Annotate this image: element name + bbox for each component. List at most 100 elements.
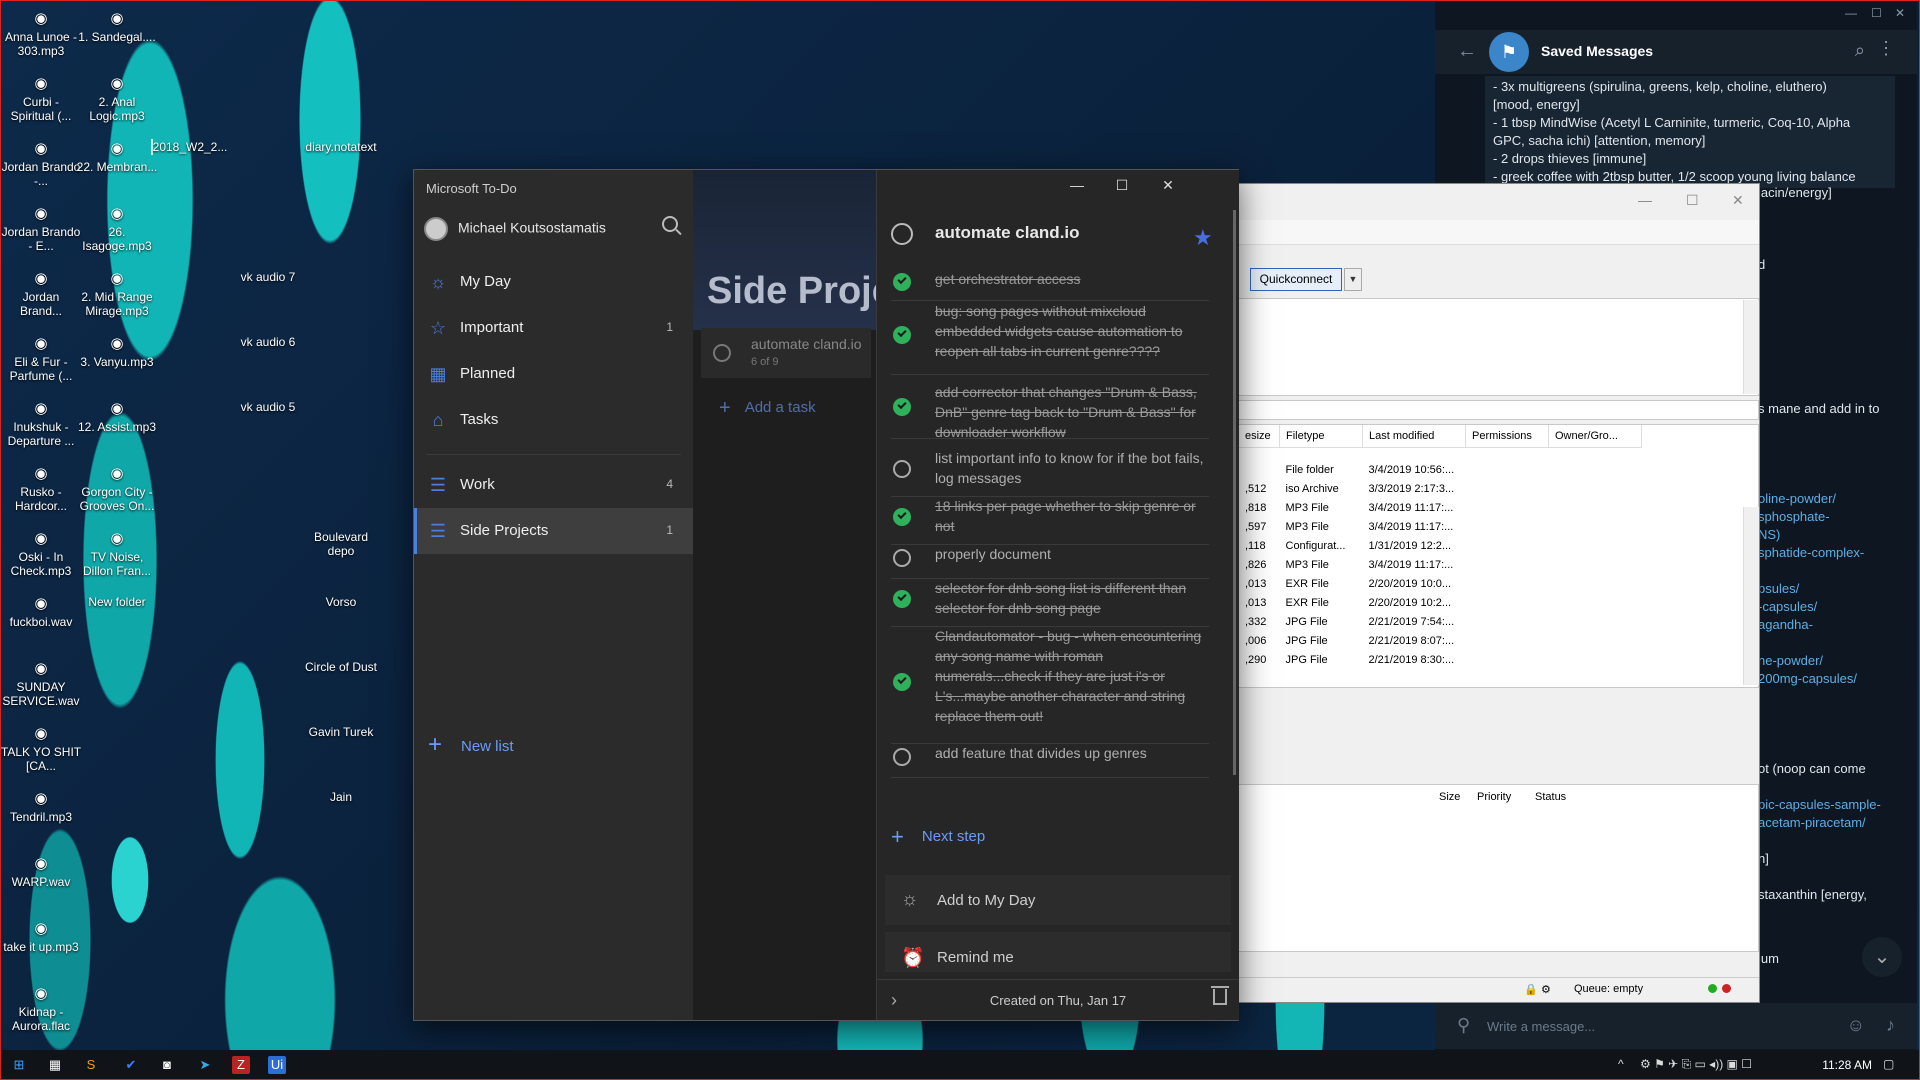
desktop-icon[interactable]: ◉ TV Noise, Dillon Fran...: [76, 530, 158, 578]
search-icon[interactable]: [662, 216, 678, 232]
task-checkbox[interactable]: [713, 344, 731, 362]
step-checked-icon[interactable]: [893, 272, 911, 291]
step-checked-icon[interactable]: [893, 325, 911, 344]
desktop-icon[interactable]: ◉ WARP.wav: [0, 855, 82, 889]
maximize-icon[interactable]: ☐: [1107, 177, 1137, 194]
desktop-icon[interactable]: ◉ Tendril.mp3: [0, 790, 82, 824]
desktop-icon[interactable]: ◉ SUNDAY SERVICE.wav: [0, 660, 82, 708]
column-header[interactable]: Last modified: [1362, 425, 1466, 448]
sidebar-item-work[interactable]: ☰ Work 4: [414, 462, 693, 508]
search-icon[interactable]: ⌕: [1855, 40, 1865, 61]
quickconnect-button[interactable]: Quickconnect: [1250, 268, 1342, 291]
step-item[interactable]: bug: song pages without mixcloud embedde…: [891, 299, 1209, 375]
step-item[interactable]: properly document: [891, 542, 1209, 579]
more-icon[interactable]: ⋮: [1877, 38, 1895, 59]
desktop-icon[interactable]: ◉ TALK YO SHIT [CA...: [0, 725, 82, 773]
desktop-icon[interactable]: ◉ 2. Mid Range Mirage.mp3: [76, 270, 158, 318]
table-row[interactable]: ,118 Configurat... 1/31/2019 12:2...: [1239, 536, 1642, 555]
maximize-icon[interactable]: ☐: [1871, 6, 1882, 20]
todo-app-icon[interactable]: ✔: [122, 1056, 140, 1074]
table-row[interactable]: ,332 JPG File 2/21/2019 7:54:...: [1239, 612, 1642, 631]
step-item[interactable]: 18 links per page whether to skip genre …: [891, 494, 1209, 545]
clock[interactable]: 11:28 AM: [1822, 1058, 1872, 1072]
microphone-icon[interactable]: ♪: [1886, 1015, 1895, 1036]
task-item[interactable]: automate cland.io 6 of 9: [701, 328, 871, 378]
message-link[interactable]: -capsules/: [1758, 598, 1817, 616]
calculator-icon[interactable]: ▦: [46, 1056, 64, 1074]
desktop-icon[interactable]: ◉ Oski - In Check.mp3: [0, 530, 82, 578]
message-link[interactable]: acetam-piracetam/: [1758, 814, 1866, 832]
scroll-down-icon[interactable]: ⌄: [1862, 937, 1902, 977]
message-link[interactable]: 200mg-capsules/: [1758, 670, 1857, 688]
desktop-icon[interactable]: New folder: [76, 595, 158, 609]
message-link[interactable]: pic-capsules-sample-: [1758, 796, 1881, 814]
sidebar-item-my-day[interactable]: ☼ My Day: [414, 259, 693, 305]
desktop-icon[interactable]: Gavin Turek: [300, 725, 382, 739]
sidebar-item-important[interactable]: ☆ Important 1: [414, 305, 693, 351]
desktop-icon[interactable]: ◉ 3. Vanyu.mp3: [76, 335, 158, 369]
log-scrollbar[interactable]: [1743, 300, 1759, 394]
desktop-icon[interactable]: ◉ 26. Isagoge.mp3: [76, 205, 158, 253]
desktop-icon[interactable]: ◉ Eli & Fur - Parfume (...: [0, 335, 82, 383]
step-item[interactable]: selector for dnb song list is different …: [891, 576, 1209, 627]
desktop-icon[interactable]: ◉ Rusko - Hardcor...: [0, 465, 82, 513]
column-header[interactable]: Filetype: [1279, 425, 1363, 448]
step-checkbox[interactable]: [893, 748, 911, 766]
quickconnect-dropdown[interactable]: ▼: [1344, 268, 1362, 291]
add-task-input[interactable]: + Add a task: [719, 397, 816, 420]
desktop-icon[interactable]: vk audio 7: [227, 270, 309, 284]
step-checked-icon[interactable]: [893, 508, 911, 526]
queue-column-header[interactable]: Priority: [1477, 791, 1511, 803]
file-list-scrollbar[interactable]: [1743, 507, 1759, 685]
next-step-button[interactable]: + Next step: [891, 824, 985, 850]
telegram-icon[interactable]: ➤: [196, 1056, 214, 1074]
attach-icon[interactable]: ⚲: [1457, 1015, 1470, 1036]
desktop-icon[interactable]: 2018_W2_2...: [148, 139, 230, 155]
desktop-icon[interactable]: vk audio 5: [227, 400, 309, 414]
table-row[interactable]: File folder 3/4/2019 10:56:...: [1239, 460, 1642, 479]
desktop-icon[interactable]: ◉ take it up.mp3: [0, 920, 82, 954]
message-input[interactable]: Write a message...: [1487, 1019, 1595, 1034]
message-link[interactable]: sphatide-complex-: [1758, 544, 1864, 562]
back-arrow-icon[interactable]: ←: [1457, 40, 1477, 63]
user-profile[interactable]: Michael Koutsostamatis: [424, 217, 606, 241]
uipath-icon[interactable]: Ui: [268, 1056, 286, 1074]
queue-column-header[interactable]: Status: [1535, 791, 1566, 803]
desktop-icon[interactable]: ◉ Gorgon City - Grooves On...: [76, 465, 158, 513]
table-row[interactable]: ,013 EXR File 2/20/2019 10:0...: [1239, 574, 1642, 593]
trash-icon[interactable]: [1211, 986, 1229, 1005]
desktop-icon[interactable]: ◉ 2. Anal Logic.mp3: [76, 75, 158, 123]
tray-icons[interactable]: ⚙ ⚑ ✈ ⎘ ▭ ◂)) ▣ ☐: [1640, 1057, 1752, 1072]
importance-star-icon[interactable]: ★: [1193, 225, 1213, 251]
column-header[interactable]: esize: [1239, 425, 1280, 448]
minimize-icon[interactable]: —: [1062, 177, 1092, 193]
maximize-icon[interactable]: ☐: [1686, 192, 1699, 209]
desktop-icon[interactable]: diary.notatext: [300, 140, 382, 154]
add-to-my-day-button[interactable]: ☼ Add to My Day: [885, 875, 1231, 925]
message-link[interactable]: NS): [1758, 526, 1780, 544]
sidebar-item-tasks[interactable]: ⌂ Tasks: [414, 397, 693, 443]
desktop-icon[interactable]: ◉ Kidnap - Aurora.flac: [0, 985, 82, 1033]
step-checked-icon[interactable]: [893, 398, 911, 416]
close-icon[interactable]: ✕: [1732, 192, 1744, 209]
sidebar-item-side-projects[interactable]: ☰ Side Projects 1: [414, 508, 693, 554]
notification-icon[interactable]: ▢: [1883, 1057, 1894, 1071]
remind-me-button[interactable]: ⏰ Remind me: [885, 932, 1231, 972]
desktop-icon[interactable]: ◉ 12. Assist.mp3: [76, 400, 158, 434]
table-row[interactable]: ,013 EXR File 2/20/2019 10:2...: [1239, 593, 1642, 612]
step-checked-icon[interactable]: [893, 672, 911, 691]
desktop-icon[interactable]: Vorso: [300, 595, 382, 609]
desktop-icon[interactable]: vk audio 6: [227, 335, 309, 349]
desktop-icon[interactable]: Boulevard depo: [300, 530, 382, 558]
minimize-icon[interactable]: —: [1845, 6, 1857, 20]
desktop-icon[interactable]: ◉ fuckboi.wav: [0, 595, 82, 629]
message-link[interactable]: agandha-: [1758, 616, 1813, 634]
column-header[interactable]: Permissions: [1465, 425, 1549, 448]
desktop-icon[interactable]: ◉ Jordan Brando -...: [0, 140, 82, 188]
message-link[interactable]: ne-powder/: [1758, 652, 1823, 670]
step-item[interactable]: add corrector that changes "Drum & Bass,…: [891, 380, 1209, 440]
remote-path-input[interactable]: [1238, 400, 1759, 420]
step-item[interactable]: Clandautomator - bug - when encountering…: [891, 624, 1209, 744]
table-row[interactable]: ,290 JPG File 2/21/2019 8:30:...: [1239, 650, 1642, 669]
desktop-icon[interactable]: ◉ Curbi - Spiritual (...: [0, 75, 82, 123]
